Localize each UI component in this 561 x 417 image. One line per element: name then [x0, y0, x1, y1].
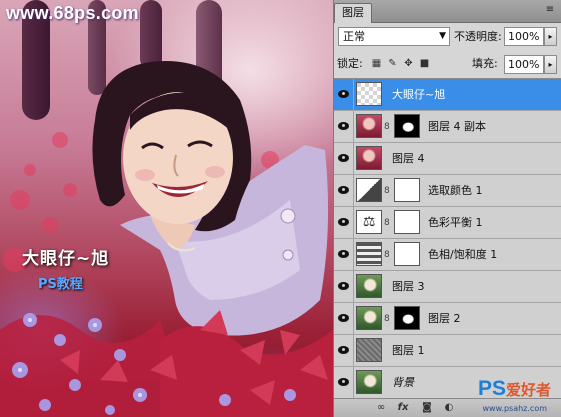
tab-layers[interactable]: 图层	[334, 3, 372, 23]
chevron-down-icon: ▼	[439, 31, 446, 41]
tutorial-badge: PS教程	[38, 277, 83, 292]
layer-thumbnail	[356, 242, 382, 266]
layer-name: 大眼仔~旭	[392, 88, 446, 101]
fill-arrow-icon[interactable]: ▸	[544, 55, 557, 74]
fill-label: 填充:	[472, 57, 498, 70]
lock-paint-icon[interactable]: ✎	[386, 57, 399, 70]
layer-name: 背景	[392, 376, 414, 389]
visibility-eye-icon[interactable]	[334, 175, 354, 206]
layer-name: 选取颜色 1	[428, 184, 483, 197]
layer-thumbnail	[356, 338, 382, 362]
opacity-field[interactable]: 100%	[504, 27, 544, 46]
mask-link-icon[interactable]: 8	[384, 313, 392, 325]
lock-transparent-icon[interactable]: ▦	[370, 57, 383, 70]
corner-logo-cn: 爱好者	[505, 381, 551, 399]
fill-field[interactable]: 100%	[504, 55, 544, 74]
blend-mode-select[interactable]: 正常 ▼	[338, 27, 450, 46]
layer-name: 色彩平衡 1	[428, 216, 483, 229]
visibility-eye-icon[interactable]	[334, 367, 354, 398]
layer-name: 图层 4 副本	[428, 120, 486, 133]
add-mask-icon[interactable]: ◙	[420, 401, 434, 414]
blend-opacity-row: 正常 ▼ 不透明度: 100% ▸	[334, 27, 561, 49]
mask-link-icon[interactable]: 8	[384, 217, 392, 229]
panel-tab-bar: 图层 ≡	[334, 0, 561, 23]
layer-row[interactable]: 8 选取颜色 1	[334, 175, 561, 207]
layer-thumbnail	[356, 274, 382, 298]
layer-thumbnail	[356, 114, 382, 138]
visibility-eye-icon[interactable]	[334, 239, 354, 270]
layer-row[interactable]: 大眼仔~旭	[334, 79, 561, 111]
corner-url: www.psahz.com	[482, 404, 547, 413]
layer-thumbnail	[356, 306, 382, 330]
layer-row[interactable]: 8 图层 4 副本	[334, 111, 561, 143]
layer-thumbnail: ⚖	[356, 210, 382, 234]
panel-menu-icon[interactable]: ≡	[543, 3, 557, 17]
layer-name: 图层 3	[392, 280, 425, 293]
layer-list: 大眼仔~旭 8 图层 4 副本 图层 4 8 选取颜色 1 ⚖ 8 色彩平衡 1 8 色相/饱和度 …	[334, 78, 561, 400]
lock-fill-row: 锁定: ▦ ✎ ✥ ■ 填充: 100% ▸	[334, 55, 561, 75]
lock-move-icon[interactable]: ✥	[402, 57, 415, 70]
layer-row[interactable]: 图层 4	[334, 143, 561, 175]
layer-style-icon[interactable]: fx	[396, 401, 410, 414]
mask-link-icon[interactable]: 8	[384, 185, 392, 197]
visibility-eye-icon[interactable]	[334, 271, 354, 302]
corner-logo: PS爱好者	[478, 377, 551, 401]
visibility-eye-icon[interactable]	[334, 143, 354, 174]
visibility-eye-icon[interactable]	[334, 79, 354, 110]
title-watermark: 大眼仔~旭	[22, 249, 110, 269]
opacity-arrow-icon[interactable]: ▸	[544, 27, 557, 46]
corner-logo-ps: PS	[477, 377, 506, 400]
layer-row[interactable]: 8 色相/饱和度 1	[334, 239, 561, 271]
layer-mask-thumbnail	[394, 178, 420, 202]
visibility-eye-icon[interactable]	[334, 207, 354, 238]
layer-mask-thumbnail	[394, 242, 420, 266]
layer-row[interactable]: ⚖ 8 色彩平衡 1	[334, 207, 561, 239]
lock-all-icon[interactable]: ■	[418, 57, 431, 70]
layer-row[interactable]: 图层 3	[334, 271, 561, 303]
layer-name: 图层 1	[392, 344, 425, 357]
layers-panel: 图层 ≡ 正常 ▼ 不透明度: 100% ▸ 锁定: ▦ ✎ ✥ ■ 填充: 1…	[333, 0, 561, 417]
layer-name: 色相/饱和度 1	[428, 248, 498, 261]
site-watermark: www.68ps.com	[6, 3, 139, 23]
link-layers-icon[interactable]: ∞	[374, 401, 388, 414]
photo-canvas: www.68ps.com 大眼仔~旭 PS教程	[0, 0, 333, 417]
opacity-label: 不透明度:	[454, 30, 502, 43]
visibility-eye-icon[interactable]	[334, 303, 354, 334]
layer-thumbnail	[356, 82, 382, 106]
layer-name: 图层 4	[392, 152, 425, 165]
mask-link-icon[interactable]: 8	[384, 121, 392, 133]
blend-mode-value: 正常	[343, 30, 365, 43]
layer-row[interactable]: 8 图层 2	[334, 303, 561, 335]
layer-thumbnail	[356, 146, 382, 170]
mask-link-icon[interactable]: 8	[384, 249, 392, 261]
layer-thumbnail	[356, 178, 382, 202]
portrait-illustration	[0, 61, 333, 417]
layer-mask-thumbnail	[394, 210, 420, 234]
visibility-eye-icon[interactable]	[334, 335, 354, 366]
layer-mask-thumbnail	[394, 306, 420, 330]
adjustment-layer-icon[interactable]: ◐	[442, 401, 456, 414]
lock-label: 锁定:	[337, 57, 363, 70]
layer-row[interactable]: 图层 1	[334, 335, 561, 367]
visibility-eye-icon[interactable]	[334, 111, 354, 142]
layer-thumbnail	[356, 370, 382, 394]
layer-name: 图层 2	[428, 312, 461, 325]
layer-mask-thumbnail	[394, 114, 420, 138]
